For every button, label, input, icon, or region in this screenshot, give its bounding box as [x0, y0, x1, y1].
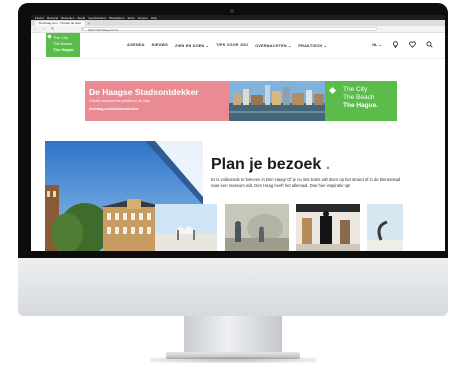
- brand-diamond-icon: [328, 86, 337, 95]
- banner-text-panel: De Haagse Stadsontdekker Ontdek verrasse…: [85, 81, 229, 121]
- screen: Firefox Bestand Bewerken Beeld Geschiede…: [31, 15, 445, 251]
- language-select[interactable]: NL ⌄: [372, 42, 382, 47]
- logo-line: The Beach: [53, 41, 73, 46]
- hero-body: Er is voldoende te beleven in Den Haag! …: [211, 177, 401, 189]
- banner-title: De Haagse Stadsontdekker: [89, 87, 199, 97]
- camera-dot: [230, 9, 234, 13]
- menubar-item[interactable]: Geschiedenis: [88, 16, 106, 20]
- hero-title: Plan je bezoek .: [211, 156, 330, 174]
- nav-tips[interactable]: TIPS VOOR JOU: [216, 43, 248, 48]
- lock-icon: ●: [82, 27, 84, 31]
- nav-overnachten[interactable]: OVERNACHTEN ⌄: [255, 43, 291, 48]
- banner-brand-line: The Hague.: [343, 102, 379, 109]
- logo-line: The Hague.: [53, 47, 75, 52]
- imac-chin: [18, 258, 448, 316]
- promo-banner[interactable]: De Haagse Stadsontdekker Ontdek verrasse…: [85, 81, 397, 121]
- nav-nieuws[interactable]: NIEUWS: [152, 43, 168, 48]
- banner-subtitle: Ontdek verrassende plekken in de stad: [89, 99, 150, 103]
- banner-skyline-photo: [229, 81, 325, 121]
- search-icon[interactable]: [426, 41, 433, 48]
- thumbnail-misty-people[interactable]: [225, 204, 289, 251]
- menubar-item[interactable]: Beeld: [78, 16, 86, 20]
- thumbnail-sculpture[interactable]: [367, 204, 403, 251]
- browser-addressbar: ‹ › ↻ https://denhaag.com/nl ●: [31, 26, 445, 33]
- hero-title-dot: .: [325, 156, 331, 173]
- logo-line: The City: [53, 35, 68, 40]
- forward-button[interactable]: ›: [43, 26, 44, 32]
- banner-brand-panel: The City The Beach The Hague.: [325, 81, 397, 121]
- heart-icon[interactable]: [409, 41, 416, 48]
- banner-url[interactable]: denhaag.com/stadsontdekker: [89, 107, 138, 111]
- menubar-item[interactable]: Extra: [128, 16, 135, 20]
- banner-brand-line: The Beach: [343, 94, 375, 101]
- back-button[interactable]: ‹: [35, 26, 36, 32]
- nav-agenda[interactable]: AGENDA: [127, 43, 145, 48]
- menubar-item[interactable]: Firefox: [35, 16, 44, 20]
- menubar-item[interactable]: Help: [151, 16, 157, 20]
- map-pin-icon[interactable]: [392, 41, 399, 48]
- main-nav: AGENDA NIEUWS ZIEN EN DOEN ⌄ TIPS VOOR J…: [127, 43, 327, 48]
- banner-brand-line: The City: [343, 86, 368, 93]
- header-tools: NL ⌄: [372, 41, 433, 48]
- menubar-item[interactable]: Bestand: [47, 16, 58, 20]
- site-header: The City The Beach The Hague. AGENDA NIE…: [31, 33, 445, 59]
- menubar-item[interactable]: Bewerken: [61, 16, 74, 20]
- menubar-item[interactable]: Venster: [138, 16, 148, 20]
- stand-shadow: [150, 357, 316, 363]
- logo-diamond-icon: [47, 34, 52, 39]
- nav-praktisch[interactable]: PRAKTISCH ⌄: [298, 43, 327, 48]
- imac-stand: [184, 316, 282, 354]
- site-logo[interactable]: The City The Beach The Hague.: [46, 33, 80, 57]
- hero-title-text: Plan je bezoek: [211, 156, 322, 173]
- thumbnail-museum-fashion[interactable]: [296, 204, 360, 251]
- menubar-item[interactable]: Bladwijzers: [109, 16, 124, 20]
- reload-button[interactable]: ↻: [51, 26, 54, 32]
- nav-zien-en-doen[interactable]: ZIEN EN DOEN ⌄: [175, 43, 209, 48]
- url-input[interactable]: https://denhaag.com/nl: [81, 27, 377, 32]
- thumbnail-beach-sculpture[interactable]: [155, 204, 217, 251]
